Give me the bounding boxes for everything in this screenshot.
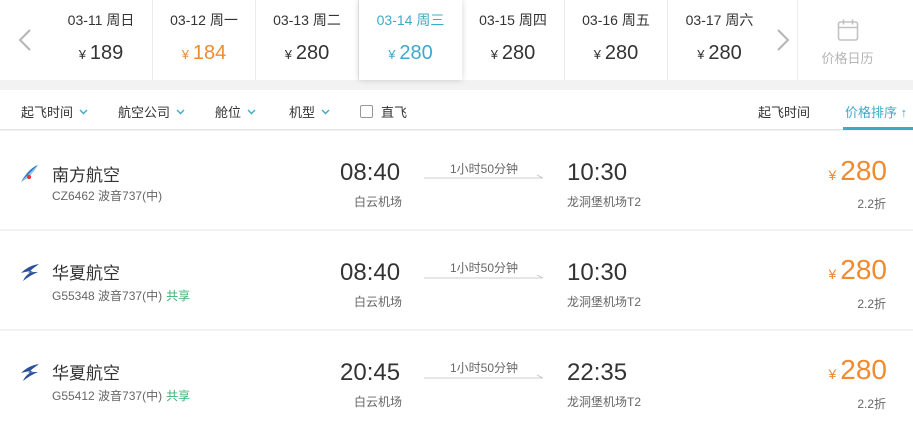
- sort-active-indicator: [843, 127, 913, 130]
- flight-meta: G55412 波音737(中) 共享: [52, 389, 191, 403]
- shared-badge: 共享: [166, 289, 191, 303]
- date-tab-6[interactable]: 03-17 周六 ¥280: [668, 0, 771, 80]
- discount-label: 2.2折: [857, 197, 886, 211]
- dep-time-filter[interactable]: 起飞时间: [21, 102, 88, 121]
- date-tab-1[interactable]: 03-12 周一 ¥184: [153, 0, 256, 80]
- date-label: 03-13 周二: [273, 11, 341, 28]
- date-label: 03-15 周四: [479, 11, 547, 28]
- date-price: ¥189: [78, 41, 124, 64]
- date-label: 03-11 周日: [67, 11, 135, 28]
- date-tab-2[interactable]: 03-13 周二 ¥280: [256, 0, 359, 80]
- date-price: ¥184: [181, 41, 227, 64]
- flight-meta: CZ6462 波音737(中): [52, 189, 163, 203]
- date-tab-0[interactable]: 03-11 周日 ¥189: [50, 0, 153, 80]
- departure-airport: 白云机场: [354, 295, 403, 309]
- flight-price: ¥280: [828, 155, 887, 186]
- china-southern-logo-icon: [21, 165, 38, 182]
- date-label: 03-16 周五: [582, 11, 650, 28]
- arrival-airport: 龙洞堡机场T2: [567, 195, 642, 209]
- next-dates-button[interactable]: [769, 0, 797, 80]
- date-price: ¥280: [593, 41, 639, 64]
- date-strip: 03-11 周日 ¥189 03-12 周一 ¥184 03-13 周二 ¥28…: [0, 0, 913, 80]
- filter-bar: 起飞时间 航空公司 舱位 机型 直飞 起飞时间 价格排序 ↑: [0, 90, 913, 130]
- flight-search-page: 03-11 周日 ¥189 03-12 周一 ¥184 03-13 周二 ¥28…: [0, 0, 913, 427]
- departure-airport: 白云机场: [354, 395, 403, 409]
- date-price: ¥280: [697, 41, 742, 64]
- chevron-down-icon: [247, 109, 256, 114]
- date-price: ¥280: [490, 41, 536, 64]
- chevron-down-icon: [79, 109, 88, 114]
- date-tab-5[interactable]: 03-16 周五 ¥280: [565, 0, 668, 80]
- sort-by-price[interactable]: 价格排序 ↑: [845, 102, 907, 121]
- departure-time: 08:40: [340, 159, 401, 186]
- discount-label: 2.2折: [857, 397, 886, 411]
- chevron-left-icon: [18, 29, 31, 51]
- duration-arrow-icon: [424, 274, 544, 279]
- china-express-logo-icon: [21, 264, 39, 281]
- chevron-down-icon: [176, 109, 185, 114]
- arrival-time: 22:35: [567, 359, 628, 386]
- date-label: 03-12 周一: [170, 11, 238, 28]
- price-calendar-button[interactable]: 价格日历: [797, 0, 897, 80]
- chevron-down-icon: [321, 109, 330, 114]
- airline-name: 南方航空: [52, 166, 120, 185]
- duration-arrow-icon: [424, 174, 544, 179]
- date-tab-4[interactable]: 03-15 周四 ¥280: [462, 0, 565, 80]
- airline-filter[interactable]: 航空公司: [118, 102, 185, 121]
- duration-arrow-icon: [424, 374, 544, 379]
- china-express-logo-icon: [21, 364, 39, 381]
- flight-meta: G55348 波音737(中) 共享: [52, 289, 191, 303]
- departure-airport: 白云机场: [354, 195, 403, 209]
- flight-price: ¥280: [828, 354, 887, 385]
- date-price: ¥280: [284, 41, 330, 64]
- prev-dates-button[interactable]: [0, 0, 50, 80]
- arrival-time: 10:30: [567, 159, 628, 186]
- discount-label: 2.2折: [857, 297, 886, 311]
- date-label: 03-17 周六: [685, 11, 754, 28]
- sort-by-dep-time[interactable]: 起飞时间: [758, 102, 810, 121]
- date-label: 03-14 周三: [376, 11, 445, 28]
- price-calendar-label: 价格日历: [821, 50, 874, 66]
- departure-time: 20:45: [340, 359, 401, 386]
- arrival-time: 10:30: [567, 259, 628, 286]
- date-tab-3-selected[interactable]: 03-14 周三 ¥280: [359, 0, 462, 80]
- arrival-airport: 龙洞堡机场T2: [567, 395, 642, 409]
- checkbox-box[interactable]: [360, 105, 373, 118]
- direct-flight-checkbox[interactable]: 直飞: [360, 102, 407, 121]
- flight-row[interactable]: 华夏航空 G55412 波音737(中) 共享 20:45 白云机场 1小时50分…: [0, 331, 913, 427]
- shared-badge: 共享: [166, 389, 191, 403]
- airline-name: 华夏航空: [52, 364, 120, 383]
- departure-time: 08:40: [340, 259, 401, 286]
- flight-price: ¥280: [828, 254, 887, 285]
- flight-row[interactable]: 南方航空 CZ6462 波音737(中) 08:40 白云机场 1小时50分钟 …: [0, 131, 913, 229]
- cabin-filter[interactable]: 舱位: [215, 102, 256, 121]
- chevron-right-icon: [777, 29, 790, 51]
- arrival-airport: 龙洞堡机场T2: [567, 295, 642, 309]
- calendar-icon: [837, 19, 858, 41]
- airline-name: 华夏航空: [52, 264, 120, 283]
- date-price: ¥280: [388, 41, 433, 64]
- flight-row[interactable]: 华夏航空 G55348 波音737(中) 共享 08:40 白云机场 1小时50分…: [0, 231, 913, 329]
- plane-type-filter[interactable]: 机型: [289, 102, 330, 121]
